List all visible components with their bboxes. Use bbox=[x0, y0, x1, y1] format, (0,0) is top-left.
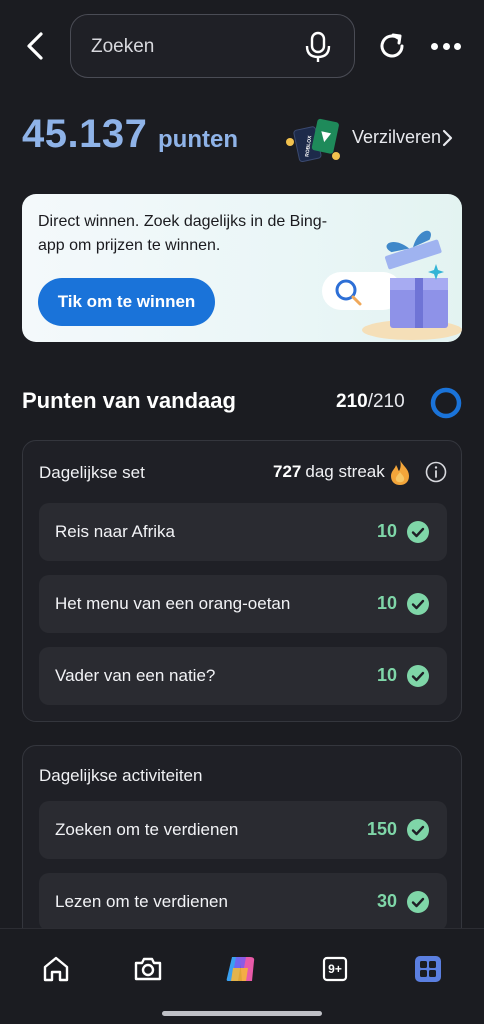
task-label: Zoeken om te verdienen bbox=[55, 820, 239, 839]
task-points: 150 bbox=[366, 819, 397, 839]
task-label: Reis naar Afrika bbox=[55, 522, 175, 541]
check-circle-icon bbox=[407, 891, 429, 913]
todays-points-title: Punten van vandaag bbox=[22, 388, 236, 413]
task-points: 10 bbox=[376, 665, 397, 685]
bottom-navigation: 9+ bbox=[0, 928, 484, 1024]
dot bbox=[431, 42, 438, 50]
task-label: Vader van een natie? bbox=[55, 666, 216, 685]
task-row[interactable]: Het menu van een orang-oetan 10 bbox=[39, 575, 447, 633]
task-points: 10 bbox=[376, 521, 397, 541]
nav-apps[interactable] bbox=[410, 951, 446, 987]
info-icon[interactable] bbox=[425, 461, 447, 483]
tap-to-win-button[interactable]: Tik om te winnen bbox=[38, 278, 215, 326]
check-circle-icon bbox=[407, 593, 429, 615]
daily-activities-title: Dagelijkse activiteiten bbox=[39, 766, 203, 785]
microphone-icon[interactable] bbox=[304, 31, 332, 63]
daily-activities-card: Dagelijkse activiteiten Zoeken om te ver… bbox=[22, 745, 462, 945]
search-box[interactable] bbox=[70, 14, 355, 78]
flame-icon bbox=[390, 460, 409, 485]
progress-ring bbox=[430, 387, 462, 419]
points-value: 45.137 bbox=[22, 112, 148, 156]
refresh-icon[interactable] bbox=[376, 30, 408, 62]
dot bbox=[442, 42, 450, 50]
check-circle-icon bbox=[407, 521, 429, 543]
streak-number: 727 bbox=[273, 462, 302, 481]
apps-grid-icon bbox=[415, 956, 441, 982]
redeem-label: Verzilveren bbox=[352, 127, 442, 147]
more-horizontal-icon[interactable] bbox=[428, 30, 464, 62]
task-row[interactable]: Reis naar Afrika 10 bbox=[39, 503, 447, 561]
promo-banner: Direct winnen. Zoek dagelijks in de Bing… bbox=[22, 194, 462, 342]
gift-box-illustration bbox=[322, 230, 462, 340]
task-row[interactable]: Zoeken om te verdienen 150 bbox=[39, 801, 447, 859]
task-label: Het menu van een orang-oetan bbox=[55, 594, 291, 613]
streak-label: dag streak bbox=[305, 462, 385, 481]
todays-points-count: 210/210 bbox=[336, 391, 405, 413]
task-row[interactable]: Lezen om te verdienen 30 bbox=[39, 873, 447, 931]
home-icon bbox=[43, 956, 69, 982]
points-unit: punten bbox=[158, 126, 238, 153]
daily-set-card: Dagelijkse set 727 dag streak Reis naar … bbox=[22, 440, 462, 722]
streak-indicator: 727 dag streak bbox=[273, 459, 411, 485]
back-button[interactable] bbox=[18, 28, 52, 64]
task-points: 10 bbox=[376, 593, 397, 613]
gift-cards-icon: ROBLOX bbox=[286, 118, 340, 163]
task-row[interactable]: Vader van een natie? 10 bbox=[39, 647, 447, 705]
chevron-right-icon bbox=[442, 129, 453, 147]
points-total: /210 bbox=[367, 391, 405, 412]
nav-tabs[interactable]: 9+ bbox=[317, 951, 353, 987]
home-indicator[interactable] bbox=[162, 1011, 322, 1016]
nav-home[interactable] bbox=[38, 951, 74, 987]
redeem-button[interactable]: ROBLOX Verzilveren bbox=[284, 112, 462, 168]
task-label: Lezen om te verdienen bbox=[55, 892, 228, 911]
tabs-count-badge: 9+ bbox=[328, 962, 342, 976]
nav-camera[interactable] bbox=[130, 951, 166, 987]
task-points: 30 bbox=[376, 891, 397, 911]
daily-set-title: Dagelijkse set bbox=[39, 463, 145, 482]
camera-icon bbox=[134, 957, 162, 981]
check-circle-icon bbox=[407, 665, 429, 687]
check-circle-icon bbox=[407, 819, 429, 841]
points-summary: 45.137 punten ROBLOX Verzilveren bbox=[22, 112, 462, 168]
nav-copilot[interactable] bbox=[223, 951, 259, 987]
copilot-icon bbox=[226, 957, 255, 981]
points-earned: 210 bbox=[336, 391, 368, 412]
dot bbox=[454, 42, 461, 50]
promo-text: Direct winnen. Zoek dagelijks in de Bing… bbox=[38, 213, 328, 254]
top-bar bbox=[0, 0, 484, 96]
chevron-left-icon bbox=[27, 32, 43, 60]
search-input[interactable] bbox=[91, 33, 291, 61]
